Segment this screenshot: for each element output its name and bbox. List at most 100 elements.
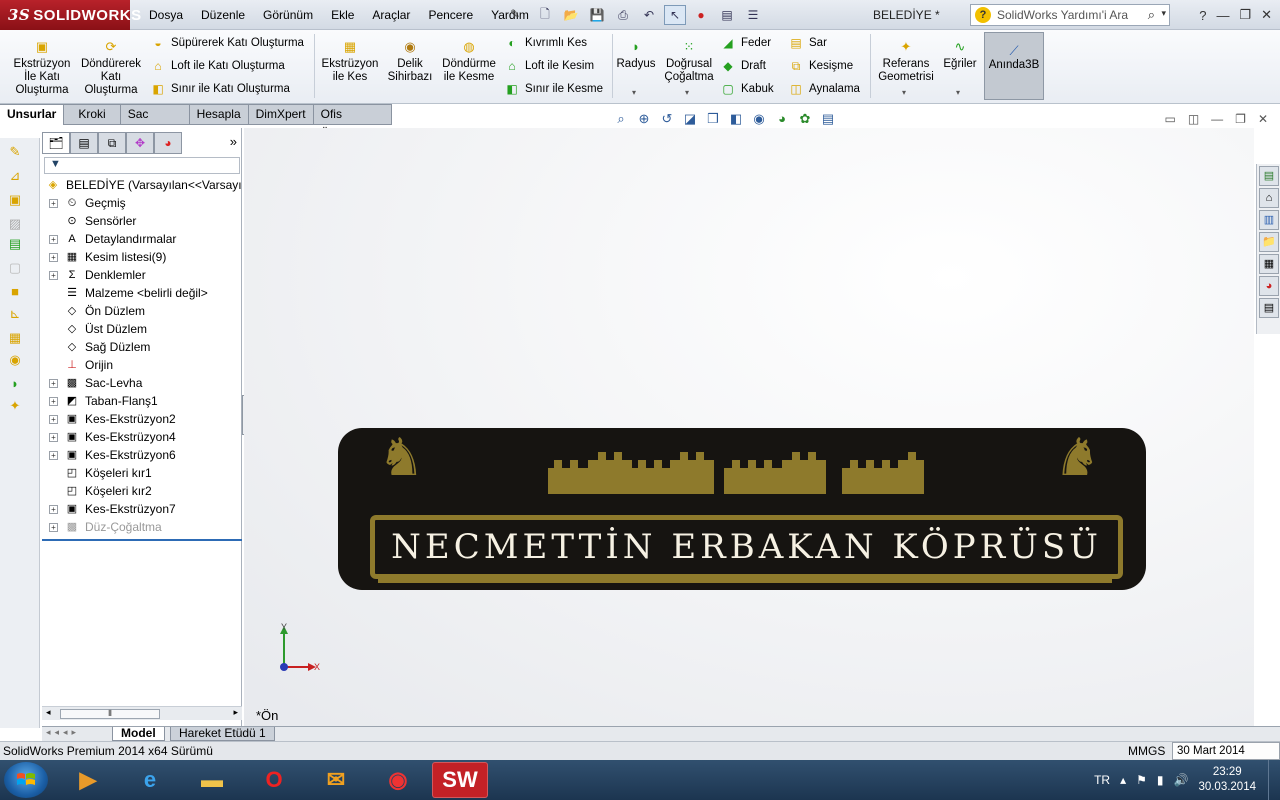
menu-araclar[interactable]: Araçlar bbox=[363, 0, 419, 30]
view-settings-icon[interactable]: ▤ bbox=[819, 110, 837, 128]
pattern-dropdown-icon[interactable]: ▾ bbox=[685, 88, 689, 97]
expand-icon[interactable]: + bbox=[49, 523, 58, 532]
expand-icon[interactable]: + bbox=[49, 253, 58, 262]
restore-icon[interactable]: ❐ bbox=[1239, 7, 1251, 23]
tree-item-front-plane[interactable]: ◇ Ön Düzlem bbox=[42, 302, 242, 320]
loft-boss-button[interactable]: ⌂ Loft ile Katı Oluşturma bbox=[150, 57, 284, 75]
network-icon[interactable]: ▮ bbox=[1157, 773, 1164, 787]
reference-geometry-dropdown-icon[interactable]: ▾ bbox=[902, 88, 906, 97]
menu-pencere[interactable]: Pencere bbox=[419, 0, 482, 30]
new-document-icon[interactable]: 🗋 bbox=[534, 5, 556, 25]
opera-taskbar-icon[interactable]: O bbox=[246, 762, 302, 798]
rollback-bar[interactable] bbox=[42, 539, 242, 541]
edit-appearance-icon[interactable]: ◕ bbox=[773, 110, 791, 128]
tree-root[interactable]: ◈ BELEDİYE (Varsayılan<<Varsayıla bbox=[42, 176, 242, 194]
minimize-icon[interactable]: — bbox=[1216, 8, 1229, 23]
view-orientation-icon[interactable]: ❒ bbox=[704, 110, 722, 128]
previous-view-icon[interactable]: ↺ bbox=[658, 110, 676, 128]
action-center-icon[interactable]: ⚑ bbox=[1136, 773, 1147, 787]
base-flange-icon[interactable]: ▤ bbox=[6, 236, 24, 252]
expand-icon[interactable]: + bbox=[49, 415, 58, 424]
curves-dropdown-icon[interactable]: ▾ bbox=[956, 88, 960, 97]
sketch-3d-icon[interactable]: ✎ bbox=[6, 144, 24, 160]
help-search-input[interactable]: SolidWorks Yardımı'i Ara bbox=[997, 8, 1128, 22]
undo-icon[interactable]: ↶ bbox=[638, 5, 660, 25]
rib-button[interactable]: ◢ Feder bbox=[720, 34, 771, 52]
units-indicator[interactable]: MMGS bbox=[1128, 742, 1165, 760]
appearances-icon[interactable]: ◕ bbox=[1259, 276, 1279, 296]
tile-vertical-icon[interactable]: ◫ bbox=[1188, 112, 1199, 126]
tree-item-history[interactable]: + ⏲ Geçmiş bbox=[42, 194, 242, 212]
draft-button[interactable]: ◆ Draft bbox=[720, 57, 766, 75]
search-icon[interactable]: ⌕ bbox=[1148, 7, 1155, 23]
revolve-cut-button[interactable]: ◍ Döndürme ile Kesme bbox=[438, 40, 500, 84]
solid-icon[interactable]: ■ bbox=[6, 284, 24, 300]
hole-wizard-button[interactable]: ◉ Delik Sihirbazı bbox=[384, 40, 436, 84]
help-search-box[interactable]: ? SolidWorks Yardımı'i Ara ⌕ ▾ bbox=[970, 4, 1170, 26]
shell-button[interactable]: ▢ Kabuk bbox=[720, 80, 773, 98]
scroll-left-icon[interactable]: ◂ bbox=[46, 707, 51, 718]
menu-dosya[interactable]: Dosya bbox=[140, 0, 192, 30]
angle-icon[interactable]: ⊾ bbox=[6, 306, 24, 322]
solidworks-taskbar-icon[interactable]: SW bbox=[432, 762, 488, 798]
show-desktop-button[interactable] bbox=[1268, 760, 1280, 800]
lofted-cut-button[interactable]: ⌂ Loft ile Kesim bbox=[504, 57, 594, 75]
custom-properties-icon[interactable]: ▤ bbox=[1259, 298, 1279, 318]
outlook-taskbar-icon[interactable]: ✉ bbox=[308, 762, 364, 798]
tree-item-equations[interactable]: + Σ Denklemler bbox=[42, 266, 242, 284]
apply-scene-icon[interactable]: ✿ bbox=[796, 110, 814, 128]
doc-close-icon[interactable]: ✕ bbox=[1258, 112, 1268, 126]
scroll-right-icon[interactable]: ▸ bbox=[233, 707, 238, 718]
extrude-cut-button[interactable]: ▦ Ekstrüzyon ile Kes bbox=[318, 40, 382, 84]
tab-ofis-urunleri[interactable]: Ofis Ürünleri bbox=[313, 104, 392, 140]
revolve-boss-button[interactable]: ⟳ Döndürerek Katı Oluşturma bbox=[78, 40, 144, 97]
tab-model[interactable]: Model bbox=[112, 727, 165, 741]
file-explorer-icon[interactable]: 📁 bbox=[1259, 232, 1279, 252]
zoom-to-area-icon[interactable]: ⊕ bbox=[635, 110, 653, 128]
expand-icon[interactable]: + bbox=[49, 379, 58, 388]
reference-geometry-button[interactable]: ✦ Referans Geometrisi bbox=[874, 40, 938, 84]
boundary-boss-button[interactable]: ◧ Sınır ile Katı Oluşturma bbox=[150, 80, 290, 98]
tree-item-material[interactable]: ☰ Malzeme <belirli değil> bbox=[42, 284, 242, 302]
tab-scroll-arrows-icon[interactable]: ◂◂◂▸ bbox=[46, 727, 80, 738]
internet-explorer-taskbar-icon[interactable]: e bbox=[122, 762, 178, 798]
smart-dimension-icon[interactable]: ⊿ bbox=[6, 168, 24, 184]
tab-unsurlar[interactable]: Unsurlar bbox=[0, 104, 65, 125]
hole-icon[interactable]: ◉ bbox=[6, 352, 24, 368]
dimxpert-manager-tab-icon[interactable]: ✥ bbox=[126, 132, 154, 154]
rebuild-traffic-light-icon[interactable]: ● bbox=[690, 5, 712, 25]
file-properties-icon[interactable]: ▤ bbox=[716, 5, 738, 25]
scrollbar-thumb[interactable]: ⦀ bbox=[60, 709, 160, 719]
help-icon[interactable]: ? bbox=[1199, 8, 1206, 23]
search-dropdown-icon[interactable]: ▾ bbox=[1161, 8, 1166, 19]
expand-icon[interactable]: + bbox=[49, 271, 58, 280]
tree-item-origin[interactable]: ⊥ Orijin bbox=[42, 356, 242, 374]
tree-item-cut-extrude-4[interactable]: + ▣ Kes-Ekstrüzyon4 bbox=[42, 428, 242, 446]
menu-gorunum[interactable]: Görünüm bbox=[254, 0, 322, 30]
tree-item-cut-extrude-7[interactable]: + ▣ Kes-Ekstrüzyon7 bbox=[42, 500, 242, 518]
expand-icon[interactable]: + bbox=[49, 505, 58, 514]
tab-kroki[interactable]: Kroki bbox=[64, 104, 121, 125]
expand-more-icon[interactable]: » bbox=[230, 134, 237, 149]
wrap-button[interactable]: ▤ Sar bbox=[788, 34, 827, 52]
file-explorer-taskbar-icon[interactable]: ▬ bbox=[184, 762, 240, 798]
tree-item-flat-pattern[interactable]: + ▩ Düz-Çoğaltma bbox=[42, 518, 242, 536]
hide-show-items-icon[interactable]: ◉ bbox=[750, 110, 768, 128]
expand-icon[interactable]: + bbox=[49, 397, 58, 406]
linear-pattern-button[interactable]: ⁙ Doğrusal Çoğaltma bbox=[662, 40, 716, 84]
view-palette-icon[interactable]: ▦ bbox=[1259, 254, 1279, 274]
chrome-taskbar-icon[interactable]: ◉ bbox=[370, 762, 426, 798]
tree-item-cut-list[interactable]: + ▦ Kesim listesi(9) bbox=[42, 248, 242, 266]
expand-icon[interactable]: + bbox=[49, 433, 58, 442]
home-icon[interactable]: ⌂ bbox=[1259, 188, 1279, 208]
design-library-icon[interactable]: ▥ bbox=[1259, 210, 1279, 230]
property-manager-tab-icon[interactable]: ▤ bbox=[70, 132, 98, 154]
cut-icon[interactable]: ▦ bbox=[6, 330, 24, 346]
solidworks-resources-icon[interactable]: ▤ bbox=[1259, 166, 1279, 186]
extrude-icon[interactable]: ▣ bbox=[6, 192, 24, 208]
section-view-icon[interactable]: ◪ bbox=[681, 110, 699, 128]
fillet-dropdown-icon[interactable]: ▾ bbox=[632, 88, 636, 97]
tree-item-right-plane[interactable]: ◇ Sağ Düzlem bbox=[42, 338, 242, 356]
tab-sac-levha[interactable]: Sac Levha bbox=[120, 104, 190, 140]
tile-horizontal-icon[interactable]: ▭ bbox=[1164, 112, 1175, 126]
